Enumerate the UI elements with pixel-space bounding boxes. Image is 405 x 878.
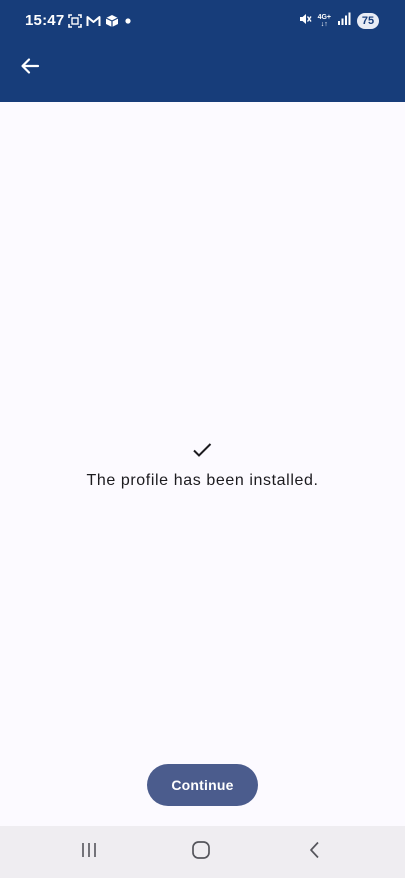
app-icon	[105, 14, 119, 28]
home-button[interactable]	[186, 840, 216, 864]
battery-icon: 75	[357, 13, 379, 29]
signal-icon	[337, 12, 351, 30]
gmail-icon	[86, 15, 101, 27]
status-time: 15:47	[25, 12, 65, 29]
network-label-bottom: ↓↑	[320, 21, 328, 28]
mute-icon	[298, 12, 312, 31]
screenshot-icon	[68, 14, 82, 28]
notification-dot-icon	[123, 16, 133, 26]
nav-back-button[interactable]	[300, 840, 330, 864]
recents-icon	[80, 841, 98, 864]
arrow-left-icon	[20, 56, 40, 81]
main-content: The profile has been installed. Continue	[0, 102, 405, 826]
network-4g-icon: 4G+ ↓↑	[318, 14, 331, 28]
recents-button[interactable]	[74, 840, 104, 864]
screen: 15:47 4G+ ↓↑ 75 The profile has been ins…	[0, 0, 405, 878]
back-icon	[307, 841, 323, 864]
continue-button[interactable]: Continue	[147, 764, 258, 806]
network-label-top: 4G+	[317, 14, 331, 21]
home-icon	[191, 840, 211, 865]
status-left-icons	[68, 13, 133, 29]
install-status-message: The profile has been installed.	[86, 472, 319, 489]
status-right-icons: 4G+ ↓↑ 75	[298, 12, 379, 30]
check-icon	[191, 439, 213, 461]
back-button[interactable]	[14, 52, 46, 84]
navigation-bar	[0, 826, 405, 878]
app-header: 15:47 4G+ ↓↑ 75	[0, 0, 405, 102]
status-bar: 15:47 4G+ ↓↑ 75	[0, 0, 405, 44]
